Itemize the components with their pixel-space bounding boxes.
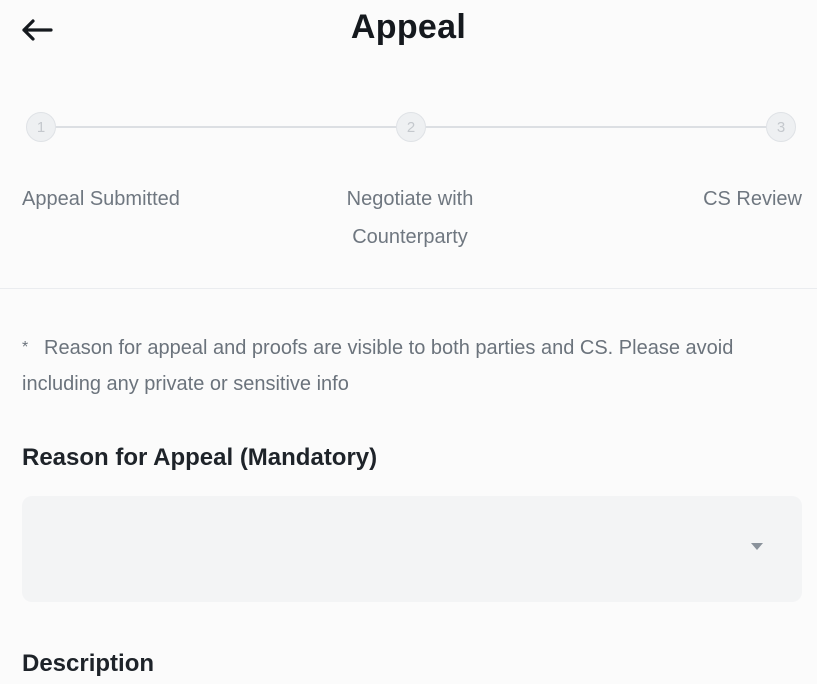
reason-select[interactable] bbox=[22, 496, 802, 602]
step-3-indicator: 3 bbox=[766, 112, 796, 142]
step-connector bbox=[56, 126, 396, 128]
section-divider bbox=[0, 288, 817, 289]
caret-down-icon bbox=[750, 542, 764, 551]
privacy-notice: * Reason for appeal and proofs are visibl… bbox=[22, 330, 792, 402]
step-2-indicator: 2 bbox=[396, 112, 426, 142]
description-label: Description bbox=[22, 650, 155, 677]
step-2-label: Negotiate with Counterparty bbox=[346, 188, 474, 248]
reason-label: Reason for Appeal (Mandatory) bbox=[22, 444, 378, 471]
header: Appeal bbox=[0, 0, 817, 70]
step-1-label: Appeal Submitted bbox=[22, 188, 180, 210]
notice-marker: * bbox=[22, 339, 29, 356]
appeal-page: Appeal 1 2 3 Appeal Submitted Negotiate … bbox=[0, 0, 817, 684]
notice-text: Reason for appeal and proofs are visible… bbox=[22, 337, 734, 395]
step-connector bbox=[426, 126, 766, 128]
step-1-indicator: 1 bbox=[26, 112, 56, 142]
step-3-label: CS Review bbox=[703, 188, 802, 210]
page-title: Appeal bbox=[350, 8, 467, 46]
appeal-progress-stepper: 1 2 3 Appeal Submitted Negotiate with Co… bbox=[0, 100, 817, 260]
